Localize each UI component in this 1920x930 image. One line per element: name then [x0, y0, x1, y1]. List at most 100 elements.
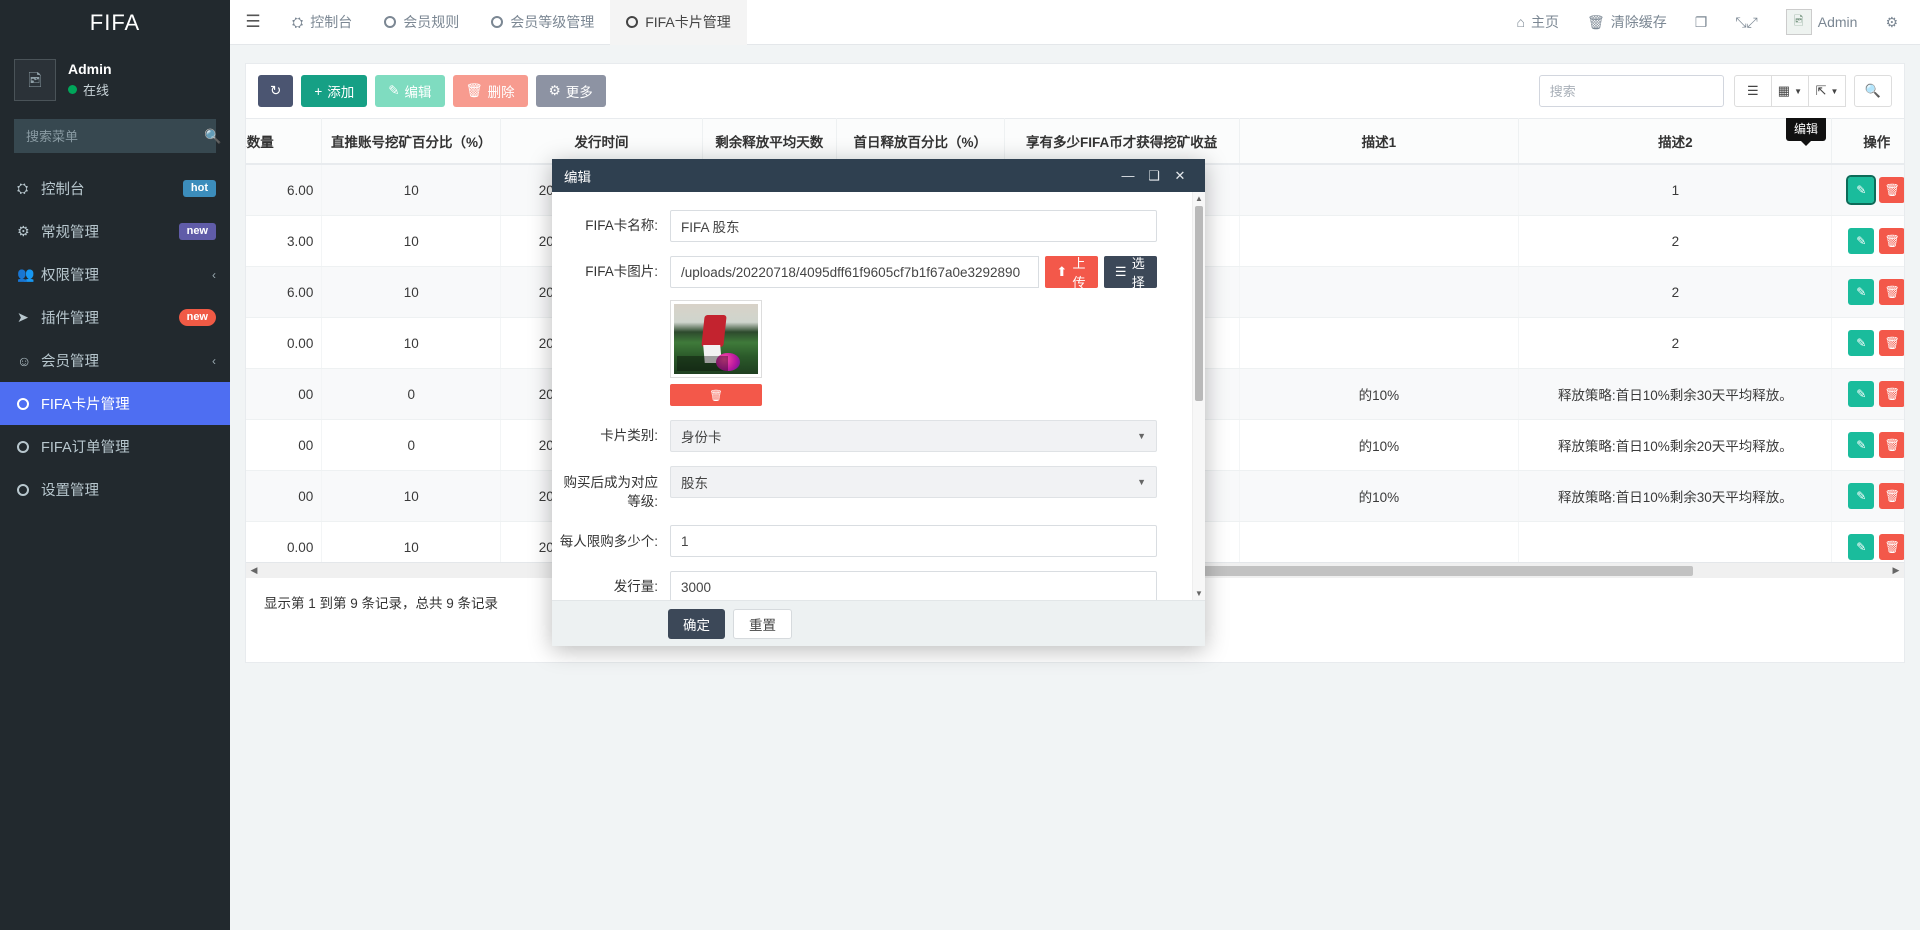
more-button[interactable]: ⚙ 更多 — [536, 75, 606, 107]
maximize-icon[interactable]: ❑ — [1141, 168, 1167, 184]
issue-amount-input[interactable] — [670, 571, 1157, 600]
search-icon[interactable]: 🔍 — [1854, 75, 1892, 107]
row-edit-button[interactable]: ✎ — [1848, 483, 1874, 509]
sidebar-search[interactable]: 🔍 — [14, 119, 216, 153]
search-icon[interactable]: 🔍 — [204, 128, 221, 145]
sidebar-badge: new — [179, 309, 216, 326]
scroll-down-icon[interactable]: ▼ — [1193, 587, 1205, 600]
user-meta: Admin 在线 — [68, 61, 112, 99]
delete-image-button[interactable]: 🗑 — [670, 384, 762, 406]
row-edit-button[interactable]: ✎ — [1848, 381, 1874, 407]
row-edit-button[interactable]: ✎ — [1848, 228, 1874, 254]
tab-0[interactable]: ⛭控制台 — [276, 0, 368, 45]
sidebar-item-2[interactable]: 👥权限管理‹ — [0, 253, 230, 296]
topnav-action-0[interactable]: ⌂主页 — [1503, 0, 1573, 45]
topnav-action-1[interactable]: 🗑清除缓存 — [1573, 0, 1681, 45]
reset-button[interactable]: 重置 — [733, 609, 792, 639]
column-header-1[interactable]: 直推账号挖矿百分比（%） — [322, 119, 501, 165]
upload-button[interactable]: ⬆ 上传 — [1045, 256, 1098, 288]
purchase-limit-input[interactable] — [670, 525, 1157, 557]
column-header-8[interactable]: 操作 — [1832, 119, 1904, 165]
confirm-button[interactable]: 确定 — [668, 609, 725, 639]
vscroll-thumb[interactable] — [1195, 206, 1203, 401]
sidebar-item-1[interactable]: ⚙常规管理new — [0, 210, 230, 253]
sidebar-item-7[interactable]: 设置管理 — [0, 468, 230, 511]
dialog-titlebar: 编辑 — ❑ ✕ — [552, 159, 1205, 192]
add-button[interactable]: + 添加 — [301, 75, 367, 107]
cell-fa: 00 — [246, 471, 322, 522]
cell-fa: 6.00 — [246, 267, 322, 318]
card-image-input[interactable] — [670, 256, 1039, 288]
avatar: 🖻 — [1786, 9, 1812, 35]
search-menu-input[interactable] — [24, 128, 204, 145]
sidebar-item-4[interactable]: ☺会员管理‹ — [0, 339, 230, 382]
row-edit-button[interactable]: ✎ — [1848, 177, 1874, 203]
column-header-3[interactable]: 剩余释放平均天数 — [702, 119, 836, 165]
sidebar-item-6[interactable]: FIFA订单管理 — [0, 425, 230, 468]
card-category-select[interactable]: 身份卡 ▼ — [670, 420, 1157, 452]
avatar[interactable]: 🖻 — [14, 59, 56, 101]
brand-logo[interactable]: FIFA — [0, 0, 230, 45]
column-header-4[interactable]: 首日释放百分比（%） — [836, 119, 1004, 165]
card-name-input[interactable] — [670, 210, 1157, 242]
row-delete-button[interactable]: 🗑 — [1879, 432, 1904, 458]
dialog-vertical-scrollbar[interactable]: ▲ ▼ — [1192, 192, 1205, 600]
row-delete-button[interactable]: 🗑 — [1879, 381, 1904, 407]
row-delete-button[interactable]: 🗑 — [1879, 228, 1904, 254]
member-level-select[interactable]: 股东 ▼ — [670, 466, 1157, 498]
row-edit-button[interactable]: ✎ — [1848, 279, 1874, 305]
image-placeholder-icon: 🖻 — [28, 72, 42, 89]
tab-label: 会员规则 — [403, 12, 459, 32]
cell-desc2: 2 — [1519, 318, 1832, 369]
dashboard-icon: ⛭ — [292, 14, 303, 31]
row-delete-button[interactable]: 🗑 — [1879, 483, 1904, 509]
cell-fa: 00 — [246, 420, 322, 471]
scroll-up-icon[interactable]: ▲ — [1193, 192, 1205, 205]
search-input[interactable] — [1539, 75, 1724, 107]
row-delete-button[interactable]: 🗑 — [1879, 177, 1904, 203]
row-edit-button[interactable]: ✎ — [1848, 330, 1874, 356]
tab-label: 会员等级管理 — [510, 12, 594, 32]
card-image-thumbnail[interactable] — [670, 300, 762, 378]
row-delete-button[interactable]: 🗑 — [1879, 279, 1904, 305]
rocket-icon: ➤ — [17, 309, 41, 326]
topnav-action-2[interactable]: ❐ — [1681, 0, 1722, 45]
tab-1[interactable]: 会员规则 — [368, 0, 475, 45]
users-icon: 👥 — [17, 266, 41, 283]
edit-button[interactable]: ✎ 编辑 — [375, 75, 444, 107]
card-category-value: 身份卡 — [681, 426, 1137, 446]
cell-tuijian: 0 — [322, 420, 501, 471]
row-edit-button[interactable]: ✎ — [1848, 534, 1874, 560]
column-header-2[interactable]: 发行时间 — [501, 119, 702, 165]
scroll-right-icon[interactable]: ▶ — [1888, 565, 1904, 576]
column-header-5[interactable]: 享有多少FIFA币才获得挖矿收益 — [1004, 119, 1239, 165]
row-delete-button[interactable]: 🗑 — [1879, 330, 1904, 356]
row-delete-button[interactable]: 🗑 — [1879, 534, 1904, 560]
tab-2[interactable]: 会员等级管理 — [475, 0, 610, 45]
column-header-7[interactable]: 描述2 — [1519, 119, 1832, 165]
hamburger-icon[interactable]: ☰ — [230, 0, 276, 45]
sidebar-item-5[interactable]: FIFA卡片管理 — [0, 382, 230, 425]
sidebar-item-0[interactable]: ⛭控制台hot — [0, 167, 230, 210]
column-header-6[interactable]: 描述1 — [1239, 119, 1519, 165]
column-header-0[interactable]: FA数量 — [246, 119, 322, 165]
cell-tuijian: 10 — [322, 164, 501, 216]
user-menu[interactable]: 🖻Admin — [1772, 0, 1872, 45]
scroll-left-icon[interactable]: ◀ — [246, 565, 262, 576]
grid-icon[interactable]: ▦▼ — [1771, 75, 1809, 107]
minimize-icon[interactable]: — — [1115, 168, 1141, 183]
top-navbar: ☰ ⛭控制台 会员规则 会员等级管理 FIFA卡片管理 ⌂主页🗑清除缓存❐⤡⤢🖻Adm… — [230, 0, 1920, 45]
list-columns-icon[interactable]: ☰ — [1734, 75, 1772, 107]
delete-button[interactable]: 🗑 删除 — [453, 75, 528, 107]
close-icon[interactable]: ✕ — [1167, 168, 1193, 184]
sidebar-item-3[interactable]: ➤插件管理new — [0, 296, 230, 339]
more-button-label: 更多 — [566, 81, 593, 101]
refresh-button[interactable]: ↻ — [258, 75, 293, 107]
row-edit-button[interactable]: ✎ — [1848, 432, 1874, 458]
topnav-action-3[interactable]: ⤡⤢ — [1721, 0, 1771, 45]
export-icon[interactable]: ⇱▼ — [1808, 75, 1846, 107]
gear-icon[interactable]: ⚙ — [1871, 0, 1912, 45]
tab-3[interactable]: FIFA卡片管理 — [610, 0, 747, 45]
choose-button[interactable]: ☰ 选择 — [1104, 256, 1157, 288]
user-status: 在线 — [68, 80, 112, 99]
